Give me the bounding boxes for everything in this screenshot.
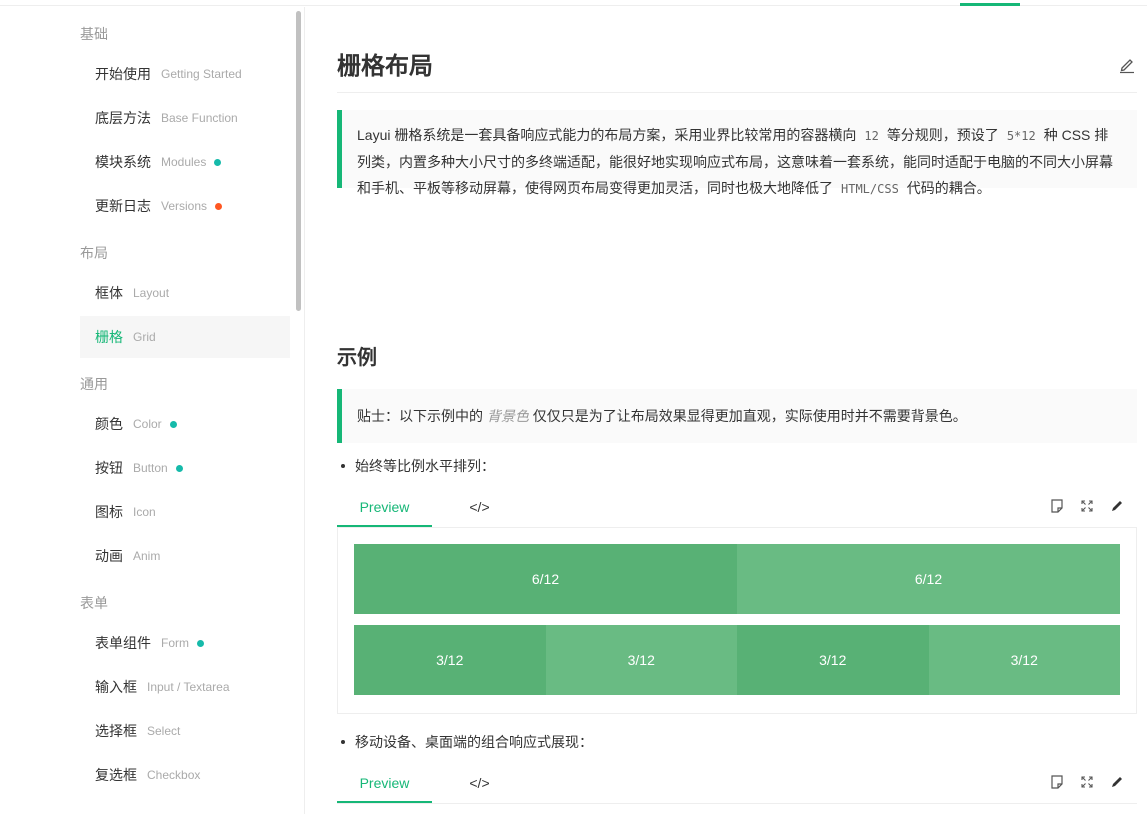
sidebar-item-grid[interactable]: 栅格 Grid — [80, 316, 290, 358]
new-badge-dot — [197, 639, 204, 647]
sidebar-item-label: 更新日志 — [95, 198, 151, 214]
nav-group-title-layout: 布局 — [80, 245, 108, 261]
sidebar-item-sublabel: Select — [147, 724, 181, 738]
fullscreen-icon[interactable] — [1079, 774, 1095, 790]
sidebar-item-anim[interactable]: 动画 Anim — [80, 535, 290, 577]
grid-row: 6/12 6/12 — [354, 544, 1120, 614]
sidebar-item-sublabel: Base Function — [161, 111, 238, 125]
sidebar-item-sublabel: Grid — [133, 330, 156, 344]
sidebar-item-layout[interactable]: 框体 Layout — [80, 272, 290, 314]
fullscreen-icon[interactable] — [1079, 498, 1095, 514]
title-divider — [337, 92, 1137, 93]
sidebar-item-sublabel: Anim — [133, 549, 161, 563]
sidebar-item-sublabel: Button — [133, 461, 168, 475]
tip-blockquote: 贴士：以下示例中的 背景色 仅仅只是为了让布局效果显得更加直观，实际使用时并不需… — [337, 389, 1137, 443]
section-title-example: 示例 — [337, 347, 377, 369]
notepad-icon[interactable] — [1049, 774, 1065, 790]
sidebar-item-label: 模块系统 — [95, 154, 151, 170]
inline-code: HTML/CSS — [841, 182, 899, 196]
sidebar-item-sublabel: Checkbox — [147, 768, 201, 782]
sidebar: 基础 开始使用 Getting Started 底层方法 Base Functi… — [0, 7, 305, 814]
demo2-tabs: Preview </> — [337, 768, 1137, 804]
sidebar-item-icon[interactable]: 图标 Icon — [80, 491, 290, 533]
sidebar-item-modules[interactable]: 模块系统 Modules — [80, 141, 290, 183]
sidebar-item-label: 栅格 — [95, 329, 123, 345]
sidebar-item-label: 底层方法 — [95, 110, 151, 126]
sidebar-item-input[interactable]: 输入框 Input / Textarea — [80, 666, 290, 708]
demo1-preview-panel: 6/12 6/12 3/12 3/12 3/12 3/12 — [337, 528, 1137, 714]
sidebar-item-sublabel: Getting Started — [161, 67, 242, 81]
tab-preview[interactable]: Preview — [337, 768, 432, 803]
sidebar-item-label: 表单组件 — [95, 635, 151, 651]
sidebar-item-label: 选择框 — [95, 723, 137, 739]
sidebar-scrollbar[interactable] — [296, 11, 301, 311]
sidebar-item-base-function[interactable]: 底层方法 Base Function — [80, 97, 290, 139]
sidebar-item-checkbox[interactable]: 复选框 Checkbox — [80, 754, 290, 796]
grid-col-6: 6/12 — [354, 544, 737, 614]
tip-text: 贴士：以下示例中的 — [357, 408, 483, 424]
tab-preview[interactable]: Preview — [337, 492, 432, 527]
sidebar-item-label: 按钮 — [95, 460, 123, 476]
sidebar-item-sublabel: Input / Textarea — [147, 680, 230, 694]
sidebar-item-label: 颜色 — [95, 416, 123, 432]
intro-text: 代码的耦合。 — [906, 180, 991, 196]
sidebar-item-label: 输入框 — [95, 679, 137, 695]
sidebar-item-sublabel: Color — [133, 417, 162, 431]
notepad-icon[interactable] — [1049, 498, 1065, 514]
intro-blockquote: Layui 栅格系统是一套具备响应式能力的布局方案，采用业界比较常用的容器横向 1… — [337, 110, 1137, 196]
sidebar-item-label: 框体 — [95, 285, 123, 301]
demo-toolbar — [1049, 774, 1125, 790]
intro-text: 等分规则，预设了 — [886, 127, 999, 143]
nav-group-title-basic: 基础 — [80, 26, 108, 42]
grid-col-6: 6/12 — [737, 544, 1120, 614]
new-badge-dot — [169, 420, 177, 428]
new-badge-dot — [175, 464, 183, 472]
sidebar-item-versions[interactable]: 更新日志 Versions — [80, 185, 290, 227]
tip-text: 仅仅只是为了让布局效果显得更加直观，实际使用时并不需要背景色。 — [532, 408, 967, 424]
sidebar-item-label: 开始使用 — [95, 66, 151, 82]
sidebar-item-select[interactable]: 选择框 Select — [80, 710, 290, 752]
edit-icon[interactable] — [1109, 498, 1125, 514]
sidebar-item-label: 动画 — [95, 548, 123, 564]
main-content: 栅格布局 Layui 栅格系统是一套具备响应式能力的布局方案，采用业界比较常用的… — [337, 0, 1137, 814]
demo1-tabs: Preview </> — [337, 492, 1137, 528]
demo-toolbar — [1049, 498, 1125, 514]
page-title: 栅格布局 — [337, 53, 433, 80]
inline-code: 12 — [864, 129, 879, 143]
inline-code: 5*12 — [1006, 129, 1036, 143]
sidebar-item-color[interactable]: 颜色 Color — [80, 403, 290, 445]
bullet-item: 移动设备、桌面端的组合响应式展现： — [337, 732, 593, 752]
bullet-item: 始终等比例水平排列： — [337, 456, 495, 476]
grid-col-3: 3/12 — [928, 625, 1120, 695]
tab-code[interactable]: </> — [432, 492, 527, 528]
sidebar-item-sublabel: Layout — [133, 286, 170, 300]
tab-code[interactable]: </> — [432, 768, 527, 804]
new-badge-dot — [214, 158, 222, 166]
nav-group-title-form: 表单 — [80, 595, 108, 611]
sidebar-item-button[interactable]: 按钮 Button — [80, 447, 290, 489]
nav-group-title-common: 通用 — [80, 376, 108, 392]
update-badge-dot — [215, 202, 223, 210]
intro-text: Layui 栅格系统是一套具备响应式能力的布局方案，采用业界比较常用的容器横向 — [357, 127, 857, 143]
sidebar-item-sublabel: Modules — [161, 155, 207, 169]
edit-icon[interactable] — [1109, 774, 1125, 790]
sidebar-item-form[interactable]: 表单组件 Form — [80, 622, 290, 664]
edit-page-icon[interactable] — [1118, 56, 1136, 74]
grid-col-3: 3/12 — [545, 625, 737, 695]
sidebar-item-getting-started[interactable]: 开始使用 Getting Started — [80, 53, 290, 95]
sidebar-item-label: 图标 — [95, 504, 123, 520]
grid-col-3: 3/12 — [737, 625, 929, 695]
sidebar-item-label: 复选框 — [95, 767, 137, 783]
tip-emphasis: 背景色 — [486, 408, 529, 424]
grid-col-3: 3/12 — [354, 625, 546, 695]
grid-row: 3/12 3/12 3/12 3/12 — [354, 625, 1120, 695]
sidebar-item-sublabel: Icon — [133, 505, 156, 519]
sidebar-item-sublabel: Form — [161, 636, 189, 650]
sidebar-item-sublabel: Versions — [161, 199, 208, 213]
